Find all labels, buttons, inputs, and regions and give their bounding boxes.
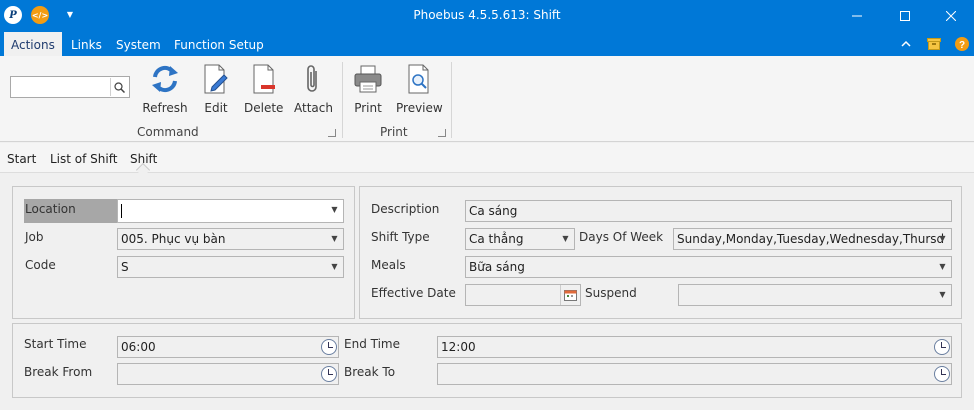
start-time-value: 06:00 xyxy=(121,340,156,354)
close-icon xyxy=(946,11,956,21)
refresh-label: Refresh xyxy=(142,101,188,115)
delete-button[interactable]: Delete xyxy=(244,62,284,115)
meals-label: Meals xyxy=(371,258,406,272)
edit-label: Edit xyxy=(204,101,228,115)
chevron-down-icon[interactable]: ▼ xyxy=(934,257,951,277)
print-button[interactable]: Print xyxy=(353,62,383,115)
clock-icon[interactable] xyxy=(934,366,950,382)
days-of-week-value: Sunday,Monday,Tuesday,Wednesday,Thursd xyxy=(677,232,945,246)
ribbon: Refresh Edit Delete Attach Command Print… xyxy=(0,56,974,142)
location-select[interactable]: ▼ xyxy=(117,199,344,223)
search-box xyxy=(10,76,130,98)
menu-bar: Actions Links System Function Setup ? xyxy=(0,32,974,56)
job-label: Job xyxy=(25,230,44,244)
clock-icon[interactable] xyxy=(934,339,950,355)
attach-button[interactable]: Attach xyxy=(294,62,333,115)
breadcrumb-list-of-shift[interactable]: List of Shift xyxy=(50,152,117,166)
preview-icon xyxy=(408,64,429,94)
maximize-button[interactable] xyxy=(882,0,928,32)
job-select[interactable]: 005. Phục vụ bàn ▼ xyxy=(117,228,344,250)
minimize-icon xyxy=(852,15,862,17)
edit-button[interactable]: Edit xyxy=(202,62,230,115)
attach-label: Attach xyxy=(294,101,333,115)
print-label: Print xyxy=(354,101,382,115)
menu-actions[interactable]: Actions xyxy=(4,32,62,56)
clock-icon[interactable] xyxy=(321,366,337,382)
chevron-down-icon[interactable]: ▼ xyxy=(557,229,574,249)
shift-type-label: Shift Type xyxy=(371,230,430,244)
end-time-field[interactable]: 12:00 xyxy=(437,336,952,358)
job-value: 005. Phục vụ bàn xyxy=(121,232,226,246)
search-icon[interactable] xyxy=(110,78,128,96)
shift-type-select[interactable]: Ca thẳng ▼ xyxy=(465,228,575,250)
minimize-button[interactable] xyxy=(834,0,880,32)
location-panel: Location ▼ Job 005. Phục vụ bàn ▼ Code S… xyxy=(12,186,355,319)
calendar-icon[interactable] xyxy=(560,285,580,305)
edit-icon xyxy=(204,64,228,94)
time-panel: Start Time 06:00 End Time 12:00 Break Fr… xyxy=(12,323,962,398)
preview-button[interactable]: Preview xyxy=(396,62,443,115)
archive-icon[interactable] xyxy=(926,36,942,52)
break-from-field[interactable] xyxy=(117,363,339,385)
break-to-label: Break To xyxy=(344,365,396,379)
code-value: S xyxy=(121,260,129,274)
help-icon[interactable]: ? xyxy=(954,36,970,52)
text-caret xyxy=(121,203,122,218)
end-time-label: End Time xyxy=(344,337,400,351)
meals-value: Bữa sáng xyxy=(469,260,525,274)
paperclip-icon xyxy=(307,65,317,92)
print-group-label: Print xyxy=(380,125,408,139)
days-of-week-select[interactable]: Sunday,Monday,Tuesday,Wednesday,Thursd ▼ xyxy=(673,228,952,250)
svg-text:?: ? xyxy=(959,40,965,51)
maximize-icon xyxy=(900,11,910,21)
menu-system[interactable]: System xyxy=(116,32,161,56)
refresh-button[interactable]: Refresh xyxy=(142,62,188,115)
start-time-label: Start Time xyxy=(24,337,87,351)
print-group-launcher-icon[interactable] xyxy=(438,129,446,137)
title-bar: P </> ▼ Phoebus 4.5.5.613: Shift xyxy=(0,0,974,32)
close-button[interactable] xyxy=(928,0,974,32)
effective-date-field[interactable] xyxy=(465,284,581,306)
details-panel: Description Ca sáng Shift Type Ca thẳng … xyxy=(359,186,962,319)
ribbon-group-separator xyxy=(342,62,343,138)
break-to-field[interactable] xyxy=(437,363,952,385)
command-group-label: Command xyxy=(137,125,199,139)
chevron-down-icon[interactable]: ▼ xyxy=(934,285,951,305)
break-from-label: Break From xyxy=(24,365,93,379)
location-label: Location xyxy=(25,202,76,216)
code-select[interactable]: S ▼ xyxy=(117,256,344,278)
clock-icon[interactable] xyxy=(321,339,337,355)
days-of-week-label: Days Of Week xyxy=(579,230,664,244)
search-input[interactable] xyxy=(11,77,111,97)
effective-date-label: Effective Date xyxy=(371,286,456,300)
ribbon-group-separator xyxy=(451,62,452,138)
chevron-down-icon[interactable]: ▼ xyxy=(326,200,343,220)
description-field[interactable]: Ca sáng xyxy=(465,200,952,222)
description-value: Ca sáng xyxy=(469,204,518,218)
refresh-icon xyxy=(152,65,178,93)
command-group-launcher-icon[interactable] xyxy=(328,129,336,137)
menu-links[interactable]: Links xyxy=(71,32,102,56)
menu-function-setup[interactable]: Function Setup xyxy=(174,32,264,56)
collapse-ribbon-icon[interactable] xyxy=(898,36,914,52)
window-title: Phoebus 4.5.5.613: Shift xyxy=(413,8,561,22)
breadcrumb-start[interactable]: Start xyxy=(7,152,36,166)
breadcrumb: Start List of Shift Shift xyxy=(0,143,974,178)
suspend-label: Suspend xyxy=(585,286,637,300)
start-time-field[interactable]: 06:00 xyxy=(117,336,339,358)
delete-label: Delete xyxy=(244,101,284,115)
end-time-value: 12:00 xyxy=(441,340,476,354)
suspend-select[interactable]: ▼ xyxy=(678,284,952,306)
chevron-down-icon[interactable]: ▼ xyxy=(326,229,343,249)
delete-icon xyxy=(253,64,275,94)
printer-icon xyxy=(354,65,382,93)
preview-label: Preview xyxy=(396,101,443,115)
meals-select[interactable]: Bữa sáng ▼ xyxy=(465,256,952,278)
chevron-down-icon[interactable]: ▼ xyxy=(326,257,343,277)
chevron-down-icon[interactable]: ▼ xyxy=(934,229,951,249)
code-label: Code xyxy=(25,258,56,272)
description-label: Description xyxy=(371,202,440,216)
